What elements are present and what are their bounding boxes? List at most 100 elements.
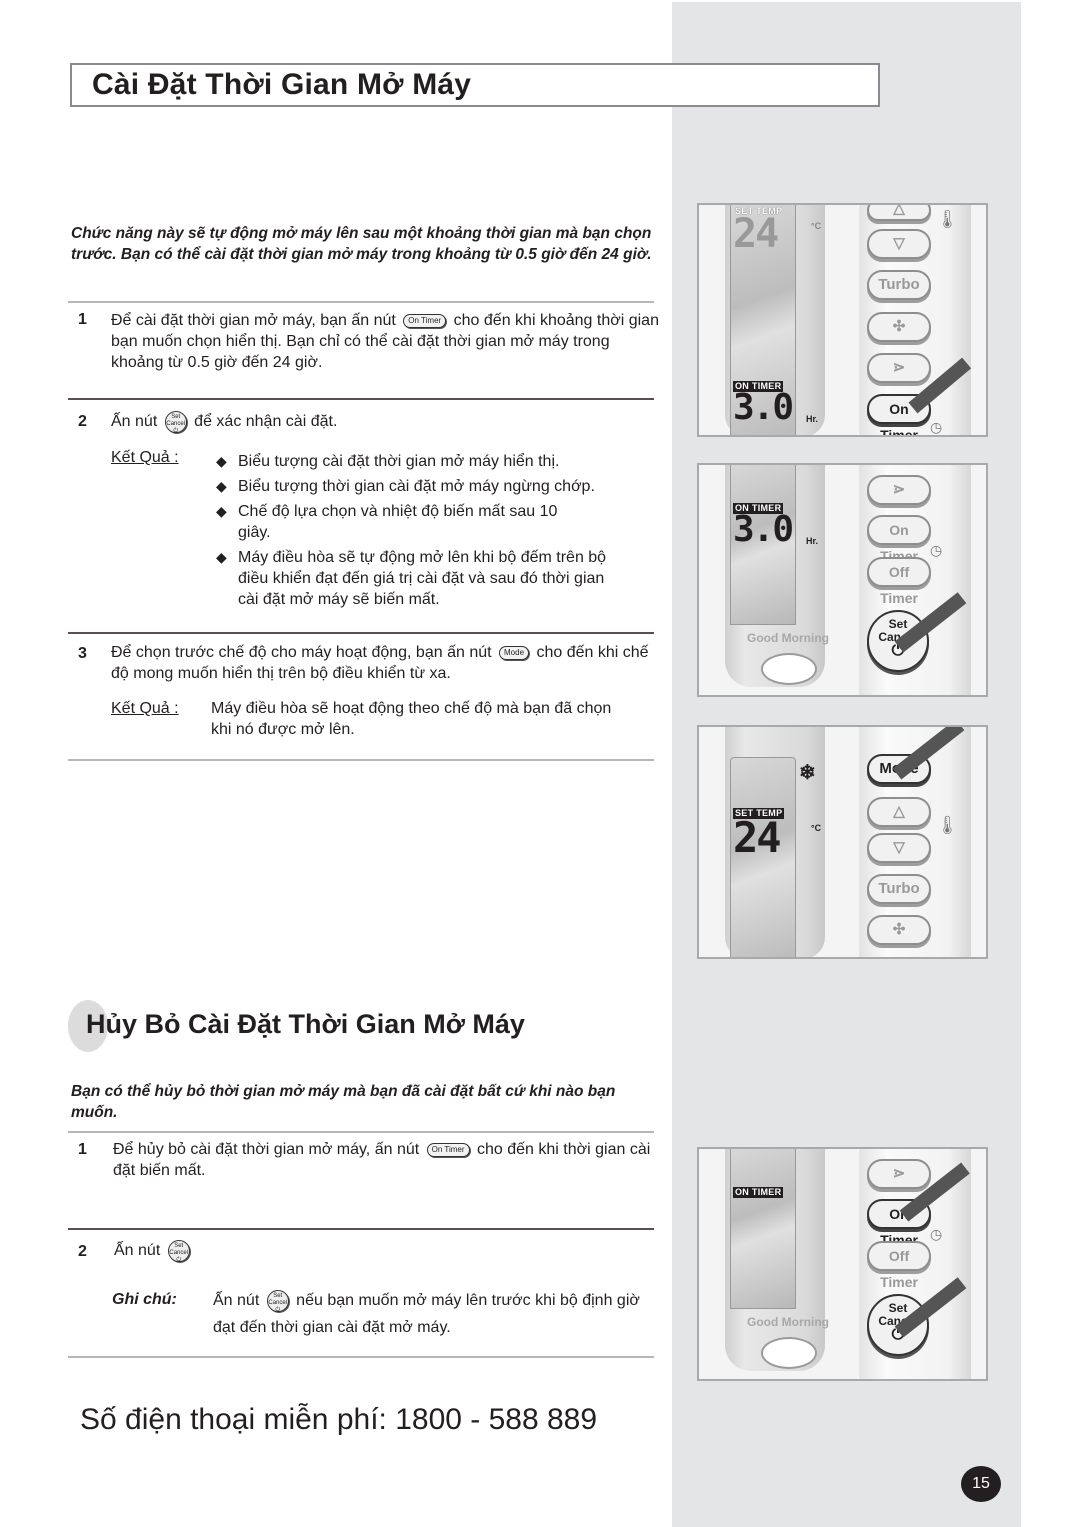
cancel-section-title: Hủy Bỏ Cài Đặt Thời Gian Mở Máy [86, 1009, 525, 1039]
cancel-intro: Bạn có thể hủy bỏ thời gian mở máy mà bạ… [71, 1083, 616, 1121]
step-2-text: Ấn nút Set Cancel ⏻ để xác nhận cài đặt. [111, 411, 661, 434]
page-title: Cài Đặt Thời Gian Mở Máy [92, 68, 472, 101]
divider [68, 632, 654, 634]
lcd-temp-digits: 24 [733, 813, 782, 862]
step-number: 3 [78, 645, 87, 662]
lcd-temp-unit: °C [811, 823, 822, 833]
result-list: ◆ Biểu tượng cài đặt thời gian mở máy hiể… [214, 451, 654, 614]
divider [68, 759, 654, 761]
result-colon: : [169, 449, 179, 466]
intro-text: Chức năng này sẽ tự động mở máy lên sau … [71, 225, 652, 263]
remote-illustration-4: ON TIMER Good Morning ⋗ On Timer ◷ Off T… [697, 1147, 988, 1381]
result-item: ◆ Biểu tượng cài đặt thời gian mở máy hiể… [214, 451, 654, 472]
note-text-before: Ấn nút [213, 1292, 260, 1309]
swing-icon: ⋗ [892, 359, 906, 376]
temp-down-button: ▽ [867, 229, 931, 259]
step-number: 1 [78, 311, 87, 328]
temp-down-button: ▽ [867, 833, 931, 863]
result-label-text: Kết Quả [111, 700, 170, 717]
divider [68, 1356, 654, 1358]
snowflake-icon: ❄ [799, 762, 816, 784]
clock-icon: ◷ [930, 419, 943, 435]
result-label: Kết Quả : [111, 700, 179, 718]
remote-illustration-1: SET TEMP 24 °C ON TIMER 3.0 Hr. △ ▽ 🌡 Tu… [697, 203, 988, 437]
on-timer-button: On Timer [867, 515, 931, 564]
result-colon: : [169, 700, 179, 717]
title-box: Cài Đặt Thời Gian Mở Máy [70, 63, 880, 107]
diamond-bullet-icon: ◆ [216, 549, 227, 565]
result-item: ◆ Biểu tượng thời gian cài đặt mở máy ngừ… [214, 476, 654, 497]
set-cancel-button-icon: Set Cancel ⏻ [164, 411, 187, 434]
note-label: Ghi chú: [112, 1291, 177, 1308]
swing-icon: ⋗ [892, 481, 906, 498]
lcd-temp-digits: 24 [733, 211, 779, 257]
result-item: ◆ Máy điều hòa sẽ tự động mở lên khi bộ đ… [214, 547, 628, 610]
step-text-after: để xác nhận cài đặt. [194, 413, 338, 431]
good-morning-label: Good Morning [747, 631, 829, 645]
fan-icon: ✣ [892, 921, 906, 938]
result-label: Kết Quả : [111, 449, 179, 467]
thermometer-icon: 🌡 [936, 209, 959, 229]
step-3-text: Để chọn trước chế độ cho máy hoạt động, … [111, 642, 651, 684]
divider [68, 1131, 654, 1133]
step-text-before: Để chọn trước chế độ cho máy hoạt động, … [111, 644, 492, 661]
swing-button: ⋗ [867, 475, 931, 505]
fan-button: ✣ [867, 312, 931, 342]
result-item-text: Biểu tượng cài đặt thời gian mở máy hiển… [238, 453, 560, 470]
good-morning-label: Good Morning [747, 1315, 829, 1329]
temp-up-button: △ [867, 797, 931, 827]
mode-button-icon: Mode [499, 645, 530, 660]
cancel-step-1-text: Để hủy bỏ cài đặt thời gian mở máy, ấn n… [113, 1139, 658, 1181]
result-item-text: Máy điều hòa sẽ tự động mở lên khi bộ đế… [238, 549, 607, 608]
set-cancel-button-icon: Set Cancel ⏻ [266, 1289, 289, 1313]
fan-icon: ✣ [892, 318, 906, 335]
off-timer-button: Off Timer [867, 1241, 931, 1290]
off-timer-button: Off Timer [867, 557, 931, 606]
note-text: Ấn nút Set Cancel ⏻ nếu bạn muốn mở máy lê… [213, 1287, 658, 1341]
cancel-step-2-text: Ấn nút Set Cancel ⏻ [114, 1240, 664, 1263]
lcd-on-timer-label: ON TIMER [733, 1187, 784, 1198]
temp-up-button: △ [867, 205, 931, 221]
turbo-button: Turbo [867, 270, 931, 300]
lcd-timer-unit: Hr. [806, 536, 819, 546]
lcd-timer-digits: 3.0 [733, 509, 794, 550]
diamond-bullet-icon: ◆ [216, 503, 227, 519]
result-label-text: Kết Quả [111, 449, 170, 466]
step-text-before: Để cài đặt thời gian mở máy, bạn ấn nút [111, 312, 396, 329]
step-text-before: Ấn nút [114, 1242, 161, 1260]
step-text-before: Ấn nút [111, 413, 158, 431]
remote-illustration-3: ❄ SET TEMP 24 °C Mode △ ▽ 🌡 Turbo ✣ [697, 725, 988, 959]
divider [68, 1228, 654, 1230]
clock-icon: ◷ [930, 542, 943, 558]
step-number: 1 [78, 1141, 87, 1158]
step-text-before: Để hủy bỏ cài đặt thời gian mở máy, ấn n… [113, 1141, 420, 1158]
divider [68, 301, 654, 303]
step-number: 2 [78, 413, 87, 430]
remote-illustration-2: ON TIMER 3.0 Hr. Good Morning ⋗ On Timer… [697, 463, 988, 697]
step-3-result: Máy điều hòa sẽ hoạt động theo chế độ mà… [211, 700, 612, 738]
set-cancel-button-icon: Set Cancel ⏻ [167, 1240, 190, 1263]
lcd-temp-unit: °C [811, 221, 822, 231]
good-morning-button [761, 1337, 817, 1369]
diamond-bullet-icon: ◆ [216, 453, 227, 469]
turbo-button: Turbo [867, 874, 931, 904]
lcd-screen [730, 1149, 796, 1309]
fan-button: ✣ [867, 915, 931, 945]
on-timer-button-icon: On Timer [403, 313, 447, 328]
lcd-timer-digits: 3.0 [733, 387, 794, 428]
diamond-bullet-icon: ◆ [216, 478, 227, 494]
lcd-timer-unit: Hr. [806, 414, 819, 424]
good-morning-button [761, 653, 817, 685]
thermometer-icon: 🌡 [936, 815, 959, 835]
divider [68, 398, 654, 400]
hotline-text: Số điện thoại miễn phí: 1800 - 588 889 [80, 1403, 598, 1436]
result-item-text: Biểu tượng thời gian cài đặt mở máy ngừn… [238, 478, 595, 495]
swing-icon: ⋗ [892, 1165, 906, 1182]
swing-button: ⋗ [867, 1159, 931, 1189]
result-item: ◆ Chế độ lựa chọn và nhiệt độ biến mất sa… [214, 501, 578, 543]
result-item-text: Chế độ lựa chọn và nhiệt độ biến mất sau… [238, 503, 558, 541]
swing-button: ⋗ [867, 353, 931, 383]
step-1-text: Để cài đặt thời gian mở máy, bạn ấn nút … [111, 310, 661, 373]
on-timer-button-icon: On Timer [426, 1142, 470, 1157]
step-number: 2 [78, 1243, 87, 1260]
